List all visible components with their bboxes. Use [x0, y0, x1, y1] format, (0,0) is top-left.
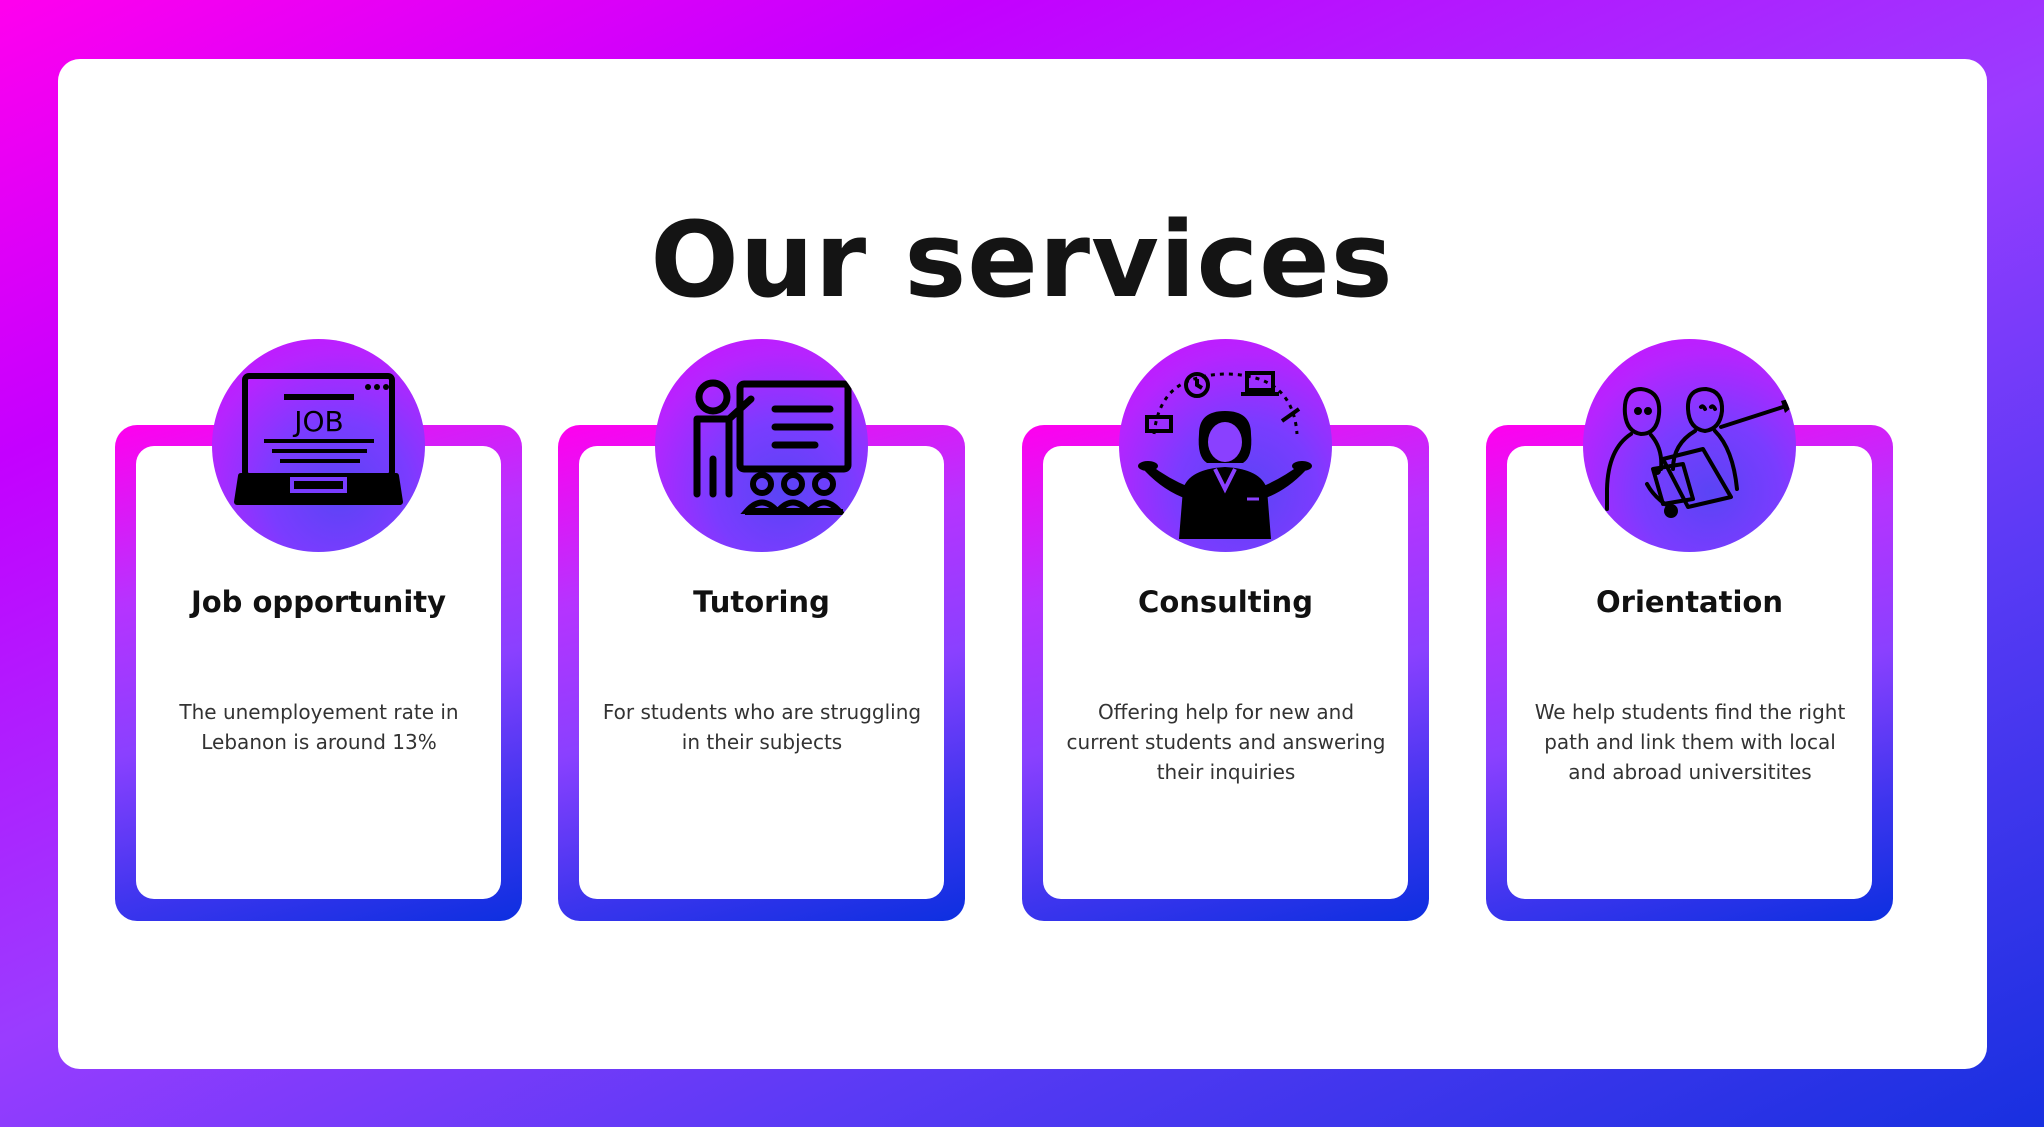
job-icon-text: JOB [292, 405, 344, 438]
service-card-job-opportunity[interactable]: JOB Job opportunity The unemployement ra… [115, 339, 522, 921]
teacher-presentation-icon [655, 339, 868, 552]
card-title: Tutoring [693, 585, 830, 619]
service-card-tutoring[interactable]: Tutoring For students who are struggling… [558, 339, 965, 921]
service-card-orientation[interactable]: Orientation We help students find the ri… [1486, 339, 1893, 921]
card-title: Orientation [1595, 585, 1783, 619]
card-title: Consulting [1138, 585, 1313, 619]
card-description: Offering help for new and current studen… [1066, 700, 1386, 784]
laptop-job-icon: JOB [212, 339, 425, 552]
service-card-consulting[interactable]: Consulting Offering help for new and cur… [1022, 339, 1429, 921]
page-title: Our services [650, 199, 1394, 321]
guidance-people-icon [1583, 339, 1796, 552]
card-description: For students who are struggling in their… [602, 700, 922, 754]
consultant-woman-icon [1119, 339, 1332, 552]
card-description: The unemployement rate in Lebanon is aro… [179, 700, 459, 754]
card-title: Job opportunity [190, 585, 447, 619]
card-description: We help students find the right path and… [1534, 700, 1846, 784]
